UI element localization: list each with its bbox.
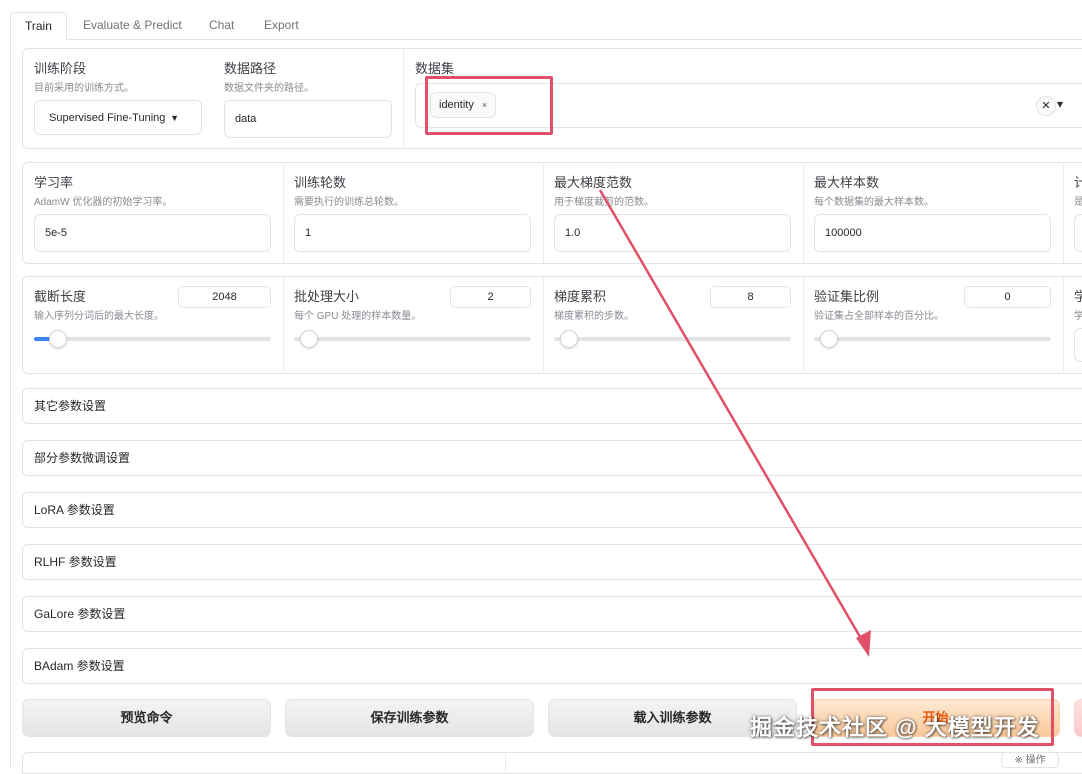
stage-info: 目前采用的训练方式。	[34, 83, 134, 94]
compute-type-dropdown[interactable]	[1074, 214, 1082, 252]
max-samples-label: 最大样本数	[814, 175, 880, 190]
grad-accum-slider[interactable]	[554, 330, 791, 348]
val-size-label: 验证集比例	[814, 289, 880, 304]
dataset-label: 数据集	[415, 61, 455, 76]
chevron-down-icon: ▼	[170, 112, 179, 123]
dataset-chip-label: identity	[439, 99, 474, 111]
compute-type-label: 计	[1074, 175, 1082, 190]
lr-scheduler-info: 学	[1074, 311, 1082, 322]
tab-train[interactable]: Train	[10, 12, 67, 41]
lr-scheduler-dropdown[interactable]	[1074, 328, 1082, 362]
slider-thumb[interactable]	[820, 330, 838, 348]
dropdown-arrow-icon[interactable]: ▾	[1057, 97, 1063, 111]
slider-thumb[interactable]	[560, 330, 578, 348]
clear-icon[interactable]: ✕	[1036, 96, 1056, 116]
tab-chat[interactable]: Chat	[209, 12, 234, 38]
learning-rate-value: 5e-5	[45, 227, 68, 239]
cutoff-len-number[interactable]: 2048	[178, 286, 271, 308]
max-grad-norm-input[interactable]: 1.0	[554, 214, 791, 252]
tab-export[interactable]: Export	[264, 12, 299, 38]
max-samples-info: 每个数据集的最大样本数。	[814, 197, 934, 208]
accordion-galore-settings[interactable]: GaLore 参数设置	[22, 596, 1082, 632]
accordion-badam-settings[interactable]: BAdam 参数设置	[22, 648, 1082, 684]
val-size-info: 验证集占全部样本的百分比。	[814, 311, 944, 322]
stage-label: 训练阶段	[34, 61, 87, 76]
save-args-button[interactable]: 保存训练参数	[285, 699, 534, 737]
data-dir-value: data	[235, 113, 257, 125]
grad-accum-label: 梯度累积	[554, 289, 607, 304]
compute-type-info: 是	[1074, 197, 1082, 208]
learning-rate-info: AdamW 优化器的初始学习率。	[34, 197, 173, 208]
grad-accum-info: 梯度累积的步数。	[554, 311, 634, 322]
val-size-number[interactable]: 0	[964, 286, 1051, 308]
max-samples-input[interactable]: 100000	[814, 214, 1051, 252]
output-card	[22, 752, 1082, 774]
output-action-fragment[interactable]: ※ 操作	[1001, 752, 1059, 768]
cutoff-len-info: 输入序列分词后的最大长度。	[34, 311, 164, 322]
epochs-info: 需要执行的训练总轮数。	[294, 197, 404, 208]
max-grad-norm-label: 最大梯度范数	[554, 175, 633, 190]
dataset-multiselect[interactable]: ✕ ▾	[415, 83, 1082, 128]
stage-dropdown[interactable]: Supervised Fine-Tuning ▼	[34, 100, 202, 135]
data-dir-label: 数据路径	[224, 61, 277, 76]
epochs-input[interactable]: 1	[294, 214, 531, 252]
accordion-freeze-settings[interactable]: 部分参数微调设置	[22, 440, 1082, 476]
accordion-rlhf-settings[interactable]: RLHF 参数设置	[22, 544, 1082, 580]
max-samples-value: 100000	[825, 227, 862, 239]
batch-size-label: 批处理大小	[294, 289, 360, 304]
stage-value: Supervised Fine-Tuning	[49, 111, 166, 124]
cutoff-len-label: 截断长度	[34, 289, 87, 304]
epochs-label: 训练轮数	[294, 175, 347, 190]
slider-thumb[interactable]	[48, 330, 67, 348]
accordion-lora-settings[interactable]: LoRA 参数设置	[22, 492, 1082, 528]
max-grad-norm-info: 用于梯度裁剪的范数。	[554, 197, 654, 208]
grad-accum-number[interactable]: 8	[710, 286, 791, 308]
cutoff-len-slider[interactable]	[34, 330, 271, 348]
learning-rate-label: 学习率	[34, 175, 74, 190]
lr-scheduler-label: 学	[1074, 289, 1082, 304]
batch-size-slider[interactable]	[294, 330, 531, 348]
slider-thumb[interactable]	[300, 330, 318, 348]
tab-bar: Train Evaluate & Predict Chat Export	[10, 12, 1082, 41]
watermark-text: 掘金技术社区 @ 大模型开发	[750, 715, 1040, 740]
tab-evaluate-predict[interactable]: Evaluate & Predict	[83, 12, 182, 38]
abort-button[interactable]	[1074, 699, 1082, 737]
val-size-slider[interactable]	[814, 330, 1051, 348]
epochs-value: 1	[305, 227, 312, 239]
max-grad-norm-value: 1.0	[565, 227, 581, 239]
remove-chip-icon[interactable]: ×	[482, 100, 487, 110]
dataset-chip-identity: identity ×	[430, 92, 497, 118]
learning-rate-input[interactable]: 5e-5	[34, 214, 271, 252]
batch-size-info: 每个 GPU 处理的样本数量。	[294, 311, 422, 322]
data-dir-input[interactable]: data	[224, 100, 392, 138]
data-dir-info: 数据文件夹的路径。	[224, 83, 314, 94]
batch-size-number[interactable]: 2	[450, 286, 531, 308]
preview-command-button[interactable]: 预览命令	[22, 699, 271, 737]
accordion-extra-settings[interactable]: 其它参数设置	[22, 388, 1082, 424]
